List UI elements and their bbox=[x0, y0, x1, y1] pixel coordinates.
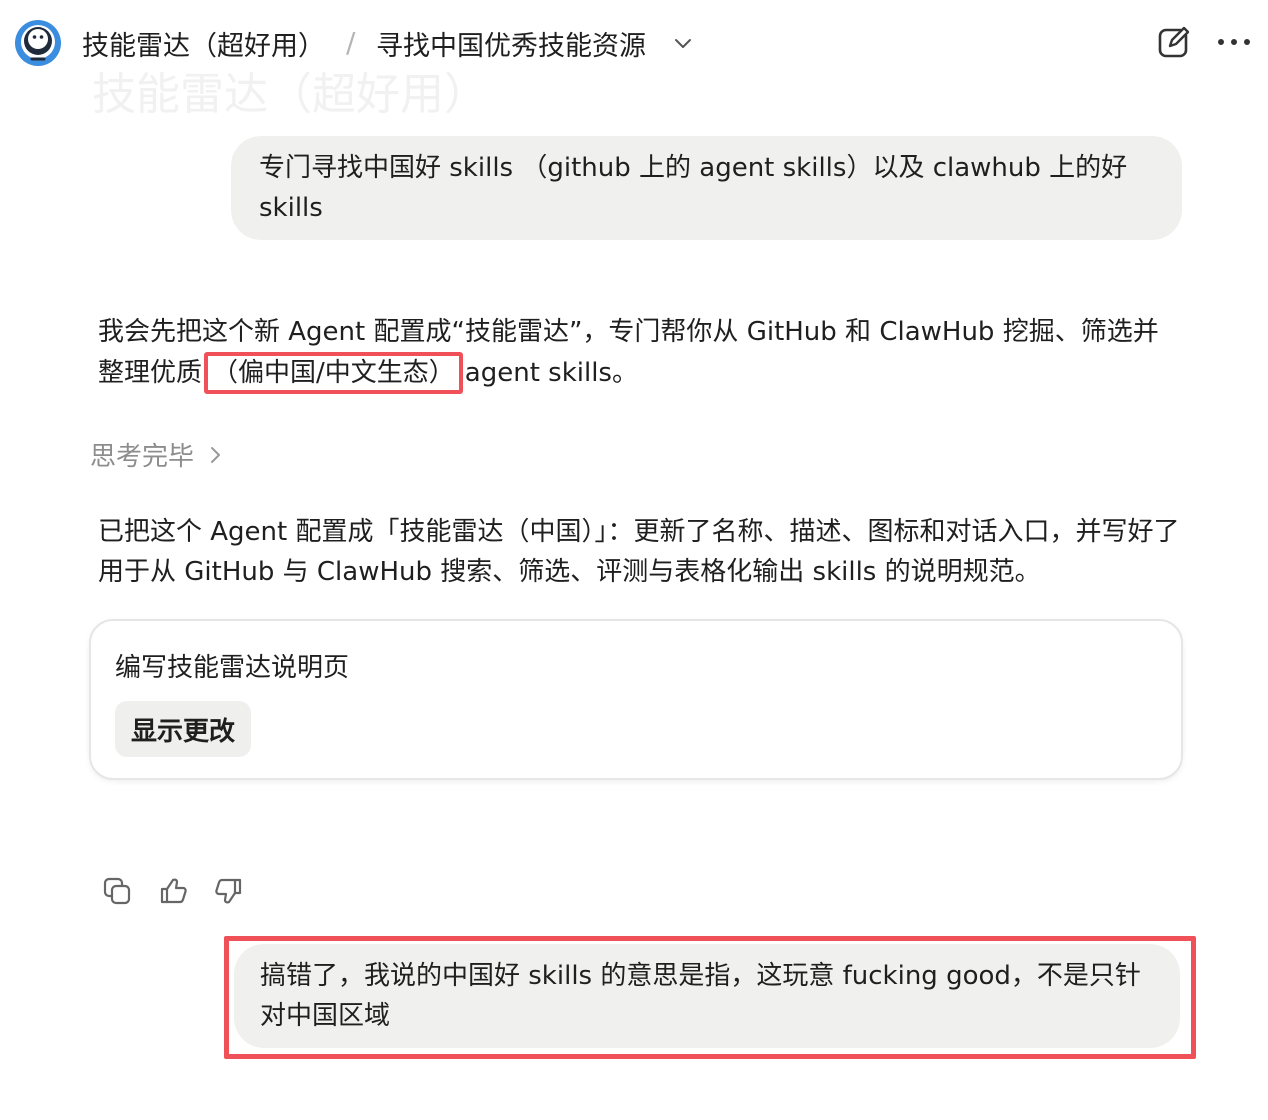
assistant-result: 已把这个 Agent 配置成「技能雷达（中国）」：更新了名称、描述、图标和对话入… bbox=[98, 517, 1180, 587]
user-message: 专门寻找中国好 skills （github 上的 agent skills）以… bbox=[231, 136, 1182, 240]
card-title: 编写技能雷达说明页 bbox=[115, 653, 350, 683]
thumbs-down-icon[interactable] bbox=[214, 876, 244, 906]
breadcrumb-separator: / bbox=[346, 26, 356, 59]
assistant-intro-end: agent skills。 bbox=[464, 358, 638, 388]
highlight-box bbox=[224, 936, 1196, 1059]
more-icon[interactable] bbox=[1214, 30, 1254, 54]
user-message-text: 专门寻找中国好 skills （github 上的 agent skills）以… bbox=[259, 153, 1128, 223]
assistant-intro: 我会先把这个新 Agent 配置成“技能雷达”，专门帮你从 GitHub 和 C… bbox=[98, 312, 1178, 394]
thinking-toggle[interactable]: 思考完毕 bbox=[90, 436, 226, 473]
chevron-right-icon bbox=[211, 446, 221, 463]
message-actions bbox=[102, 876, 244, 906]
thumbs-up-icon[interactable] bbox=[158, 876, 188, 906]
change-card: 编写技能雷达说明页 显示更改 bbox=[89, 619, 1183, 780]
show-changes-button[interactable]: 显示更改 bbox=[115, 701, 252, 757]
edit-icon[interactable] bbox=[1156, 24, 1192, 60]
avatar-icon[interactable] bbox=[14, 19, 62, 67]
ghost-title: 技能雷达（超好用） bbox=[92, 69, 488, 120]
thinking-label: 思考完毕 bbox=[90, 442, 195, 472]
highlighted-phrase: （偏中国/中文生态） bbox=[204, 352, 463, 394]
copy-icon[interactable] bbox=[102, 876, 132, 906]
chevron-down-icon[interactable] bbox=[671, 32, 695, 56]
